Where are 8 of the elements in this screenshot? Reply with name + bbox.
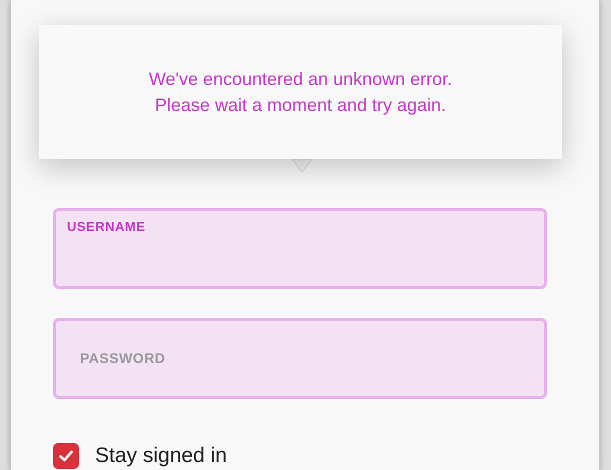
checkbox[interactable] (53, 442, 79, 469)
checkmark-icon (58, 448, 74, 464)
input-field[interactable]: PASSWORD (53, 318, 547, 399)
input-field[interactable]: USERNAME (53, 208, 547, 289)
field-label: PASSWORD (80, 349, 166, 368)
field-label: USERNAME (67, 218, 146, 236)
error-message: We've encountered an unknown error. Please wait a moment and try again. (148, 68, 452, 117)
checkbox-label[interactable]: Stay signed in (95, 440, 227, 470)
